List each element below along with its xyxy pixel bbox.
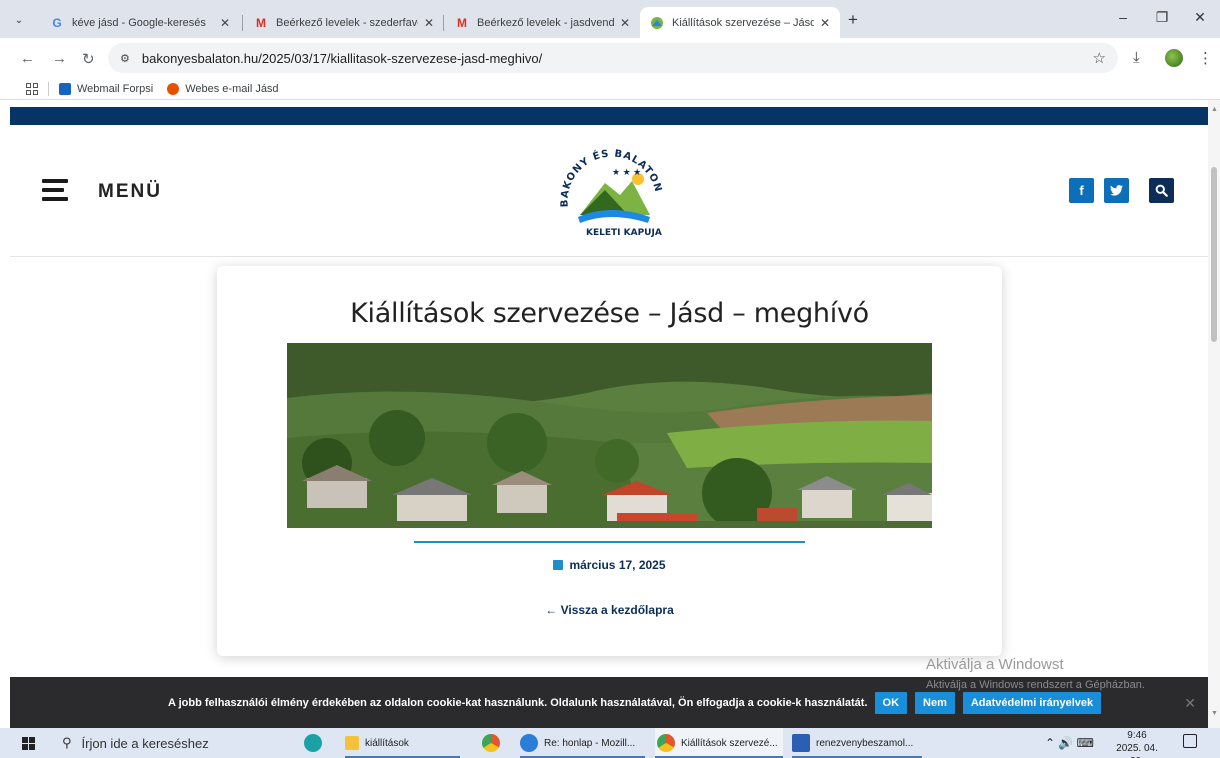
- close-tab-icon[interactable]: ✕: [820, 16, 830, 30]
- back-arrow-icon[interactable]: ←: [20, 50, 35, 67]
- chrome-icon: [482, 734, 500, 752]
- search-icon[interactable]: [1149, 178, 1174, 203]
- menu-label[interactable]: MENÜ: [98, 181, 162, 203]
- taskbar-word[interactable]: renezvenybeszamol...: [792, 728, 922, 758]
- title-divider: [414, 541, 805, 543]
- browser-tab-bar: ⌄ G kéve jásd - Google-keresés ✕ M Beérk…: [0, 0, 1220, 38]
- notification-icon[interactable]: [1183, 734, 1197, 748]
- taskbar-thunderbird[interactable]: Re: honlap - Mozill...: [520, 728, 645, 758]
- web-page: MENÜ BAKONY ÉS BALATON ★ ★ ★ KELETI KAPU…: [10, 107, 1208, 728]
- reload-icon[interactable]: ↻: [82, 50, 95, 68]
- apps-grid-icon[interactable]: [26, 82, 38, 95]
- windows-start-icon[interactable]: [22, 737, 35, 750]
- cookie-no-button[interactable]: Nem: [915, 691, 955, 714]
- site-logo[interactable]: BAKONY ÉS BALATON ★ ★ ★ KELETI KAPUJA: [550, 145, 670, 240]
- scroll-up-icon[interactable]: ▲: [1211, 106, 1218, 113]
- omnibox[interactable]: ⚙ bakonyesbalaton.hu/2025/03/17/kiallita…: [108, 43, 1118, 73]
- privacy-policy-button[interactable]: Adatvédelmi irányelvek: [962, 691, 1102, 714]
- bookmark-separator: [48, 81, 49, 96]
- window-close-icon[interactable]: ✕: [1190, 9, 1210, 26]
- close-tab-icon[interactable]: ✕: [220, 16, 230, 30]
- tab-gmail-jasdvendegh[interactable]: M Beérkező levelek - jasdvendegh ✕: [445, 7, 640, 38]
- address-toolbar: ← → ↻ ⚙ bakonyesbalaton.hu/2025/03/17/ki…: [0, 38, 1220, 78]
- bookmarks-bar: Webmail Forpsi Webes e-mail Jásd: [0, 78, 1220, 100]
- thunderbird-icon: [520, 734, 538, 752]
- cookie-text: A jobb felhasználói élmény érdekében az …: [168, 696, 868, 709]
- cookie-ok-button[interactable]: OK: [874, 691, 908, 714]
- download-icon[interactable]: ⤓: [1133, 49, 1140, 66]
- forpsi-icon: [167, 82, 180, 95]
- bookmark-star-icon[interactable]: ☆: [1093, 49, 1106, 67]
- search-icon: ⚲: [62, 735, 72, 750]
- scroll-down-icon[interactable]: ▼: [1211, 710, 1218, 717]
- minimize-icon[interactable]: –: [1113, 9, 1133, 25]
- bookmark-webes-email[interactable]: Webes e-mail Jásd: [167, 82, 279, 95]
- tab-gmail-szederfavenc[interactable]: M Beérkező levelek - szederfavenc ✕: [244, 7, 444, 38]
- logo-bottom-text: KELETI KAPUJA: [586, 228, 662, 238]
- tab-separator: [443, 15, 444, 31]
- tab-google-search[interactable]: G kéve jásd - Google-keresés ✕: [40, 7, 240, 38]
- taskbar-chrome[interactable]: [482, 728, 506, 758]
- post-title: Kiállítások szervezése – Jásd – meghívó: [350, 298, 869, 329]
- back-to-home-link[interactable]: ← Vissza a kezdőlapra: [217, 603, 1002, 617]
- hero-image-village-landscape: [287, 343, 932, 528]
- profile-avatar[interactable]: [1165, 49, 1183, 67]
- new-tab-button[interactable]: +: [848, 10, 858, 30]
- taskbar-chrome-kiallitasok[interactable]: Kiállítások szervezé...: [655, 728, 783, 758]
- gmail-icon: M: [256, 15, 266, 30]
- svg-text:★ ★ ★: ★ ★ ★: [612, 167, 641, 177]
- system-tray-icons[interactable]: ⌃ 🔊 ⌨: [1045, 736, 1094, 750]
- bookmark-webmail-forpsi[interactable]: Webmail Forpsi: [59, 82, 153, 95]
- cookie-close-icon[interactable]: ✕: [1184, 695, 1196, 712]
- tab-search-chevron-icon[interactable]: ⌄: [8, 9, 30, 31]
- taskbar-search-box[interactable]: ⚲ Írjon ide a kereséshez: [48, 728, 284, 758]
- twitter-icon[interactable]: [1104, 178, 1129, 203]
- tab-kiallitasok-active[interactable]: Kiállítások szervezése – Jásd – m ✕: [640, 7, 840, 38]
- taskbar-edge[interactable]: [304, 728, 328, 758]
- site-icon: [650, 16, 664, 30]
- site-info-icon[interactable]: ⚙: [120, 52, 130, 65]
- taskbar-folder-kiallitasok[interactable]: kiállítások: [345, 728, 460, 758]
- facebook-icon[interactable]: f: [1069, 178, 1094, 203]
- windows-activation-subtitle: Aktiválja a Windows rendszert a Gépházba…: [926, 679, 1145, 691]
- post-card: Kiállítások szervezése – Jásd – meghívó: [217, 266, 1002, 656]
- post-date: március 17, 2025: [217, 558, 1002, 572]
- hamburger-menu-icon[interactable]: [42, 179, 68, 201]
- close-tab-icon[interactable]: ✕: [424, 16, 434, 30]
- tab-separator: [242, 15, 243, 31]
- site-header: MENÜ BAKONY ÉS BALATON ★ ★ ★ KELETI KAPU…: [10, 125, 1208, 257]
- edge-icon: [304, 734, 322, 752]
- google-icon: G: [52, 15, 62, 30]
- folder-icon: [345, 736, 359, 750]
- taskbar-clock[interactable]: 9:46 2025. 04. 29.: [1112, 729, 1162, 758]
- restore-icon[interactable]: ❐: [1152, 9, 1172, 26]
- scroll-thumb[interactable]: [1211, 167, 1217, 342]
- windows-activation-title: Aktiválja a Windowst: [926, 656, 1064, 673]
- windows-taskbar: ⚲ Írjon ide a kereséshez kiállítások Re:…: [0, 728, 1220, 758]
- chrome-icon: [657, 734, 675, 752]
- top-color-strip: [10, 107, 1208, 125]
- webmail-icon: [59, 82, 71, 95]
- word-icon: [792, 734, 810, 752]
- url-text[interactable]: bakonyesbalaton.hu/2025/03/17/kiallitaso…: [142, 51, 542, 66]
- forward-arrow-icon[interactable]: →: [52, 50, 67, 67]
- more-menu-icon[interactable]: ⋮: [1198, 49, 1213, 67]
- page-scrollbar[interactable]: ▲ ▼: [1208, 100, 1220, 728]
- calendar-icon: [553, 560, 564, 570]
- gmail-icon: M: [457, 15, 467, 30]
- close-tab-icon[interactable]: ✕: [620, 16, 630, 30]
